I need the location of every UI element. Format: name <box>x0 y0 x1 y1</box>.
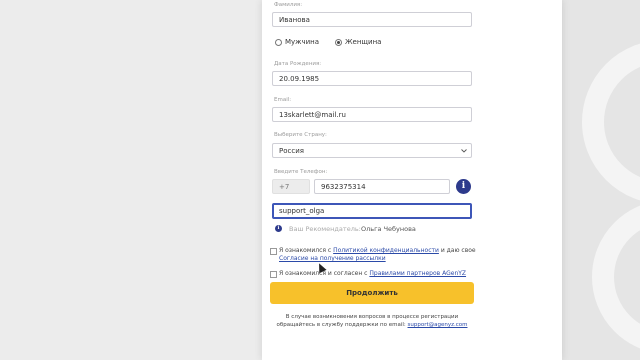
consent-rules-checkbox[interactable] <box>270 271 277 278</box>
continue-button[interactable]: Продолжить <box>270 282 474 304</box>
privacy-policy-link[interactable]: Политикой конфиденциальности <box>333 247 439 254</box>
newsletter-consent-link[interactable]: Согласие на получение рассылки <box>279 255 386 262</box>
country-label: Выберите Страну: <box>274 132 327 138</box>
consent-privacy-checkbox[interactable] <box>270 248 277 255</box>
gender-male-radio[interactable]: Мужчина <box>275 38 319 46</box>
gender-female-label: Женщина <box>345 38 382 46</box>
page-background-right <box>562 0 640 360</box>
country-select-value: Россия <box>279 147 304 155</box>
phone-label: Введите Телефон: <box>274 169 328 175</box>
email-label: Email: <box>274 97 292 103</box>
birth-label: Дата Рождения: <box>274 61 322 67</box>
gender-male-label: Мужчина <box>285 38 320 46</box>
support-note: В случае возникновения вопросов в процес… <box>270 313 474 329</box>
email-field[interactable]: 13skarlett@mail.ru <box>272 107 472 122</box>
surname-field[interactable]: Иванова <box>272 12 472 27</box>
country-select[interactable]: Россия <box>272 143 472 158</box>
partner-rules-link[interactable]: Правилами партнеров AGenYZ <box>369 270 466 277</box>
login-field[interactable]: support_olga <box>272 203 472 219</box>
support-email-link[interactable]: support@agenyz.com <box>408 322 468 328</box>
referrer-info-icon: i <box>275 225 282 232</box>
gender-female-radio[interactable]: Женщина <box>335 38 381 46</box>
surname-label: Фамилия: <box>274 2 303 8</box>
chevron-down-icon <box>461 149 467 153</box>
page-background-left <box>0 0 262 360</box>
referrer-name: Ольга Чебунова <box>361 225 416 233</box>
consent-privacy-text: Я ознакомился с Политикой конфиденциальн… <box>279 247 479 263</box>
consent-text-a: Я ознакомился с <box>279 247 332 254</box>
radio-on-icon <box>335 38 342 46</box>
radio-off-icon <box>275 38 282 46</box>
phone-code-field: +7 <box>272 179 310 194</box>
consent-text-b: и даю свое <box>440 247 476 254</box>
phone-field[interactable]: 9632375314 <box>314 179 450 194</box>
referrer-label: Ваш Рекомендатель: <box>289 225 361 233</box>
birth-field[interactable]: 20.09.1985 <box>272 71 472 86</box>
consent-rules-text: Я ознакомился и согласен с Правилами пар… <box>279 270 466 277</box>
info-icon[interactable]: i <box>456 179 471 194</box>
